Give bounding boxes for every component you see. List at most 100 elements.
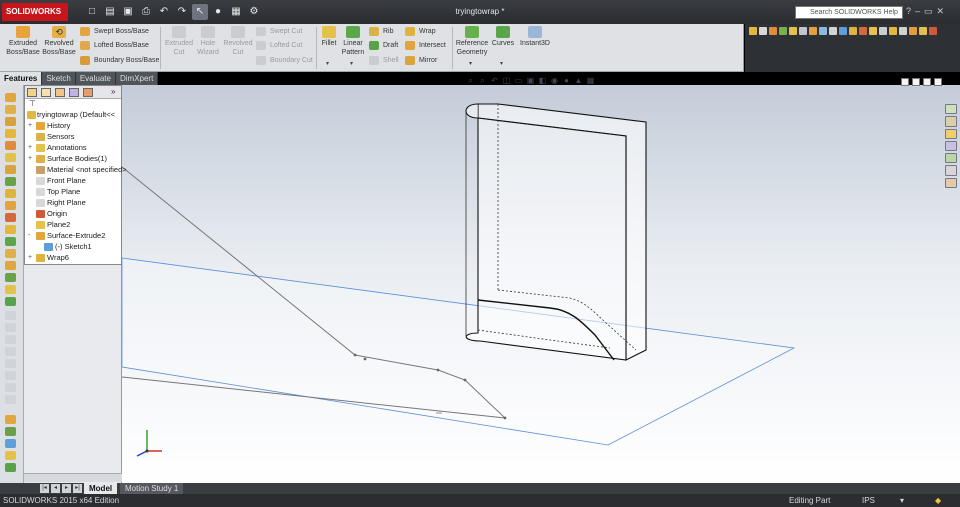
ruled-surface-icon[interactable] [5,177,16,186]
selection-filter-icon[interactable] [829,27,837,35]
dynamic-annotation-icon[interactable]: ▭ [514,76,523,85]
weldments-icon[interactable] [929,27,937,35]
disabled-tool-icon[interactable] [5,323,16,332]
boundary-cut-button[interactable]: Boundary Cut [256,55,313,66]
trim-surface-icon[interactable] [5,189,16,198]
model-scene[interactable] [0,85,960,483]
extruded-boss-button[interactable]: Extruded Boss/Base [6,26,40,57]
appearance-icon[interactable] [859,27,867,35]
split-line-icon[interactable] [5,285,16,294]
fillet-button[interactable]: Fillet [318,26,340,48]
display-style-icon[interactable]: ◧ [538,76,547,85]
tree-expander-icon[interactable]: + [28,153,32,164]
tree-item[interactable]: Material <not specified> [25,164,127,175]
surface-extrude-front[interactable] [465,103,627,361]
extruded-cut-button[interactable]: Extruded Cut [163,26,195,57]
knit-surface-icon[interactable] [5,213,16,222]
tree-item[interactable]: Right Plane [25,197,121,208]
boundary-boss-button[interactable]: Boundary Boss/Base [80,55,159,66]
zoom-to-fit-icon[interactable]: ⌕ [466,76,475,85]
section-view-icon[interactable]: ◫ [502,76,511,85]
appearances-scenes-icon[interactable] [945,153,957,164]
linear-pattern-button[interactable]: Linear Pattern [340,26,366,57]
disabled-tool-icon[interactable] [5,359,16,368]
view-settings-icon[interactable]: ▦ [586,76,595,85]
sketch-point[interactable] [436,368,440,372]
property-manager-tab-icon[interactable] [41,88,51,97]
forum-icon[interactable] [945,177,957,188]
tree-item[interactable]: + Wrap6 [25,252,121,263]
display-manager-tab-icon[interactable] [83,88,93,97]
reference-geometry-button[interactable]: Reference Geometry [455,26,489,57]
sketch-point[interactable] [363,357,367,361]
design-library-icon[interactable] [945,116,957,127]
custom-properties-icon[interactable] [945,165,957,176]
tree-filter-icon[interactable]: ⊤ [25,99,121,109]
equations-icon[interactable] [809,27,817,35]
viewport-minimize-icon[interactable] [901,78,909,86]
pattern-dropdown-icon[interactable]: ▾ [350,60,353,67]
revolved-boss-button[interactable]: ⟲ Revolved Boss/Base [42,26,76,57]
minimize-icon[interactable]: – [915,6,920,17]
disabled-tool-icon[interactable] [5,395,16,404]
tree-expander-icon[interactable]: - [28,230,30,241]
tab-model[interactable]: Model [84,483,118,494]
feature-tool-icon[interactable] [769,27,777,35]
cut-with-surface-icon[interactable] [5,261,16,270]
mirror-button[interactable]: Mirror [405,55,437,66]
disabled-tool-icon[interactable] [5,311,16,320]
first-tab-arrow-icon[interactable]: |◂ [40,484,49,493]
tree-root[interactable]: tryingtowrap (Default<< [25,109,121,120]
view-palette-icon[interactable] [945,140,957,152]
tab-motion-study-1[interactable]: Motion Study 1 [120,483,184,494]
view-orientation-icon[interactable]: ▣ [526,76,535,85]
last-tab-arrow-icon[interactable]: ▸| [73,484,82,493]
tab-evaluate[interactable]: Evaluate [75,72,116,85]
wrap-button[interactable]: Wrap [405,26,436,37]
fill-surface-icon[interactable] [5,153,16,162]
tools-icon[interactable] [919,27,927,35]
move-face-icon[interactable] [5,273,16,282]
revolve-shortcut-icon[interactable] [5,105,16,114]
smart-dimension-icon[interactable] [759,27,767,35]
shell-button[interactable]: Shell [369,55,399,66]
viewport-restore-icon[interactable] [912,78,920,86]
swept-cut-button[interactable]: Swept Cut [256,26,302,37]
curves-button[interactable]: Curves [490,26,516,48]
tab-sketch[interactable]: Sketch [42,72,76,85]
addins-icon[interactable] [909,27,917,35]
tree-item[interactable]: Sensors [25,131,121,142]
macro-icon[interactable] [889,27,897,35]
scene-icon[interactable] [869,27,877,35]
graphics-area[interactable] [0,85,960,483]
apply-scene-icon[interactable]: ▲ [574,76,583,85]
instant3d-button[interactable]: Instant3D [518,26,552,48]
plane2-surface[interactable] [121,257,796,446]
instant3d-shortcut-icon[interactable] [5,415,16,424]
lofted-boss-button[interactable]: Lofted Boss/Base [80,40,149,51]
help-search-input[interactable]: Search SOLIDWORKS Help [795,6,903,19]
tree-expander-icon[interactable]: + [28,252,32,263]
view-tool-icon[interactable] [819,27,827,35]
disabled-tool-icon[interactable] [5,347,16,356]
curve-through-points-icon[interactable] [5,297,16,306]
measure-icon[interactable] [799,27,807,35]
display-icon[interactable] [839,27,847,35]
fillet-dropdown-icon[interactable]: ▾ [326,60,329,67]
feature-manager-tab-icon[interactable] [27,88,37,97]
previous-tab-arrow-icon[interactable]: ◂ [51,484,60,493]
rebuild-status-icon[interactable]: ◆ [935,494,941,507]
swept-boss-button[interactable]: Swept Boss/Base [80,26,149,37]
sketch-point[interactable] [353,353,357,357]
configuration-manager-tab-icon[interactable] [55,88,65,97]
previous-view-icon[interactable]: ↶ [490,76,499,85]
dimxpert-manager-tab-icon[interactable] [69,88,79,97]
viewport-close-icon[interactable] [934,78,942,86]
tree-item[interactable]: + History [25,120,121,131]
file-explorer-icon[interactable] [945,128,957,139]
edit-appearance-icon[interactable]: ● [562,76,571,85]
tree-item[interactable]: Plane2 [25,219,121,230]
revolved-cut-button[interactable]: Revolved Cut [222,26,254,57]
help-question-icon[interactable]: ? [906,6,911,17]
status-units[interactable]: IPS [862,494,875,507]
